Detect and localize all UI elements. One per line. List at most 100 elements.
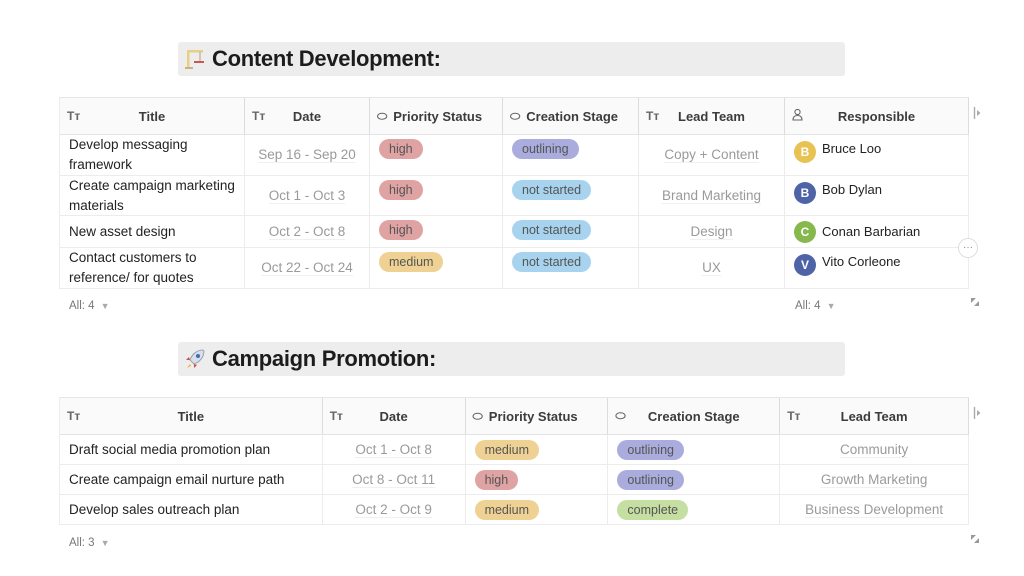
column-header-responsible[interactable]: Responsible bbox=[785, 98, 969, 134]
column-header-lead-team[interactable]: Tт Lead Team bbox=[780, 398, 969, 434]
section-title: Campaign Promotion: bbox=[212, 346, 437, 371]
cell-creation-stage[interactable]: not started bbox=[503, 248, 639, 288]
priority-pill[interactable]: high bbox=[474, 469, 519, 490]
expand-columns-icon[interactable] bbox=[973, 406, 982, 423]
cell-priority-status[interactable]: high bbox=[466, 465, 609, 494]
person-icon bbox=[792, 108, 803, 124]
cell-priority-status[interactable]: medium bbox=[370, 248, 503, 288]
resize-handle-icon[interactable] bbox=[970, 294, 980, 306]
cell-lead-team[interactable]: Design bbox=[639, 216, 785, 247]
more-options-button[interactable]: ··· bbox=[958, 238, 978, 258]
cell-title[interactable]: Develop messaging framework bbox=[60, 135, 245, 175]
column-header-priority-status[interactable]: ⬭ Priority Status bbox=[370, 98, 503, 134]
section-title: Content Development: bbox=[212, 46, 441, 71]
priority-pill[interactable]: high bbox=[379, 139, 423, 159]
cell-title[interactable]: Develop sales outreach plan bbox=[60, 495, 323, 524]
table-row[interactable]: Create campaign marketing materials Oct … bbox=[60, 176, 969, 216]
rocket-icon bbox=[182, 346, 208, 372]
cell-title[interactable]: Contact customers to reference/ for quot… bbox=[60, 248, 245, 288]
priority-pill[interactable]: medium bbox=[474, 439, 540, 460]
column-header-title[interactable]: Tт Title bbox=[60, 98, 245, 134]
resize-handle-icon[interactable] bbox=[970, 531, 980, 543]
cell-date[interactable]: Oct 2 - Oct 9 bbox=[323, 495, 466, 524]
table-row[interactable]: Contact customers to reference/ for quot… bbox=[60, 248, 969, 289]
cell-date[interactable]: Sep 16 - Sep 20 bbox=[245, 135, 370, 175]
row-count-dropdown[interactable]: All: 4 ▼ bbox=[69, 300, 110, 312]
stage-pill[interactable]: outlining bbox=[617, 439, 684, 460]
row-count-dropdown[interactable]: All: 3 ▼ bbox=[69, 537, 110, 549]
priority-pill[interactable]: medium bbox=[474, 499, 540, 520]
column-header-creation-stage[interactable]: ⬭ Creation Stage bbox=[608, 398, 781, 434]
cell-creation-stage[interactable]: complete bbox=[608, 495, 781, 524]
stage-pill[interactable]: not started bbox=[512, 180, 592, 200]
cell-priority-status[interactable]: medium bbox=[466, 495, 609, 524]
table-row[interactable]: Develop sales outreach plan Oct 2 - Oct … bbox=[60, 495, 969, 525]
table-row[interactable]: Develop messaging framework Sep 16 - Sep… bbox=[60, 135, 969, 176]
table-header-row: Tт Title Tт Date ⬭ Priority Status ⬭ Cre… bbox=[60, 398, 969, 435]
cell-date[interactable]: Oct 1 - Oct 3 bbox=[245, 176, 370, 215]
column-header-date[interactable]: Tт Date bbox=[323, 398, 466, 434]
column-header-lead-team[interactable]: Tт Lead Team bbox=[639, 98, 785, 134]
text-type-icon: Tт bbox=[67, 409, 81, 423]
cell-lead-team[interactable]: Copy + Content bbox=[639, 135, 785, 175]
cell-responsible[interactable]: B Bruce Loo bbox=[785, 135, 969, 175]
cell-priority-status[interactable]: medium bbox=[466, 435, 609, 464]
cell-lead-team[interactable]: UX bbox=[639, 248, 785, 288]
cell-priority-status[interactable]: high bbox=[370, 135, 503, 175]
cell-lead-team[interactable]: Brand Marketing bbox=[639, 176, 785, 215]
table-row[interactable]: New asset design Oct 2 - Oct 8 high not … bbox=[60, 216, 969, 248]
cell-priority-status[interactable]: high bbox=[370, 216, 503, 247]
cell-date[interactable]: Oct 22 - Oct 24 bbox=[245, 248, 370, 288]
cell-date[interactable]: Oct 2 - Oct 8 bbox=[245, 216, 370, 247]
stage-pill[interactable]: not started bbox=[512, 252, 592, 272]
avatar: B bbox=[794, 141, 816, 163]
cell-creation-stage[interactable]: outlining bbox=[608, 435, 781, 464]
table-row[interactable]: Draft social media promotion plan Oct 1 … bbox=[60, 435, 969, 465]
cell-responsible[interactable]: B Bob Dylan bbox=[785, 176, 969, 215]
cell-date[interactable]: Oct 1 - Oct 8 bbox=[323, 435, 466, 464]
cell-title[interactable]: Create campaign email nurture path bbox=[60, 465, 323, 494]
avatar: B bbox=[794, 182, 816, 204]
cell-date[interactable]: Oct 8 - Oct 11 bbox=[323, 465, 466, 494]
stage-pill[interactable]: complete bbox=[617, 499, 689, 520]
priority-pill[interactable]: high bbox=[379, 180, 423, 200]
cell-creation-stage[interactable]: outlining bbox=[608, 465, 781, 494]
cell-priority-status[interactable]: high bbox=[370, 176, 503, 215]
cell-title[interactable]: New asset design bbox=[60, 216, 245, 247]
stage-pill[interactable]: not started bbox=[512, 220, 592, 240]
priority-pill[interactable]: medium bbox=[379, 252, 444, 272]
content-development-table: Tт Title Tт Date ⬭ Priority Status ⬭ Cre… bbox=[59, 97, 969, 289]
avatar: C bbox=[794, 220, 816, 243]
table-row[interactable]: Create campaign email nurture path Oct 8… bbox=[60, 465, 969, 495]
text-type-icon: Tт bbox=[787, 409, 801, 423]
caret-down-icon: ▼ bbox=[826, 301, 836, 311]
cell-creation-stage[interactable]: not started bbox=[503, 216, 639, 247]
stage-pill[interactable]: outlining bbox=[512, 139, 579, 159]
expand-columns-icon[interactable] bbox=[973, 106, 982, 123]
column-header-date[interactable]: Tт Date bbox=[245, 98, 370, 134]
priority-pill[interactable]: high bbox=[379, 220, 423, 240]
cell-lead-team[interactable]: Community bbox=[780, 435, 969, 464]
cell-responsible[interactable]: V Vito Corleone bbox=[785, 248, 969, 288]
text-type-icon: Tт bbox=[646, 109, 660, 123]
column-header-title[interactable]: Tт Title bbox=[60, 398, 323, 434]
caret-down-icon: ▼ bbox=[100, 301, 110, 311]
cell-responsible[interactable]: C Conan Barbarian bbox=[785, 216, 969, 247]
cell-creation-stage[interactable]: outlining bbox=[503, 135, 639, 175]
campaign-promotion-table: Tт Title Tт Date ⬭ Priority Status ⬭ Cre… bbox=[59, 397, 969, 525]
cell-title[interactable]: Draft social media promotion plan bbox=[60, 435, 323, 464]
responsible-count-dropdown[interactable]: All: 4 ▼ bbox=[795, 300, 836, 312]
table-header-row: Tт Title Tт Date ⬭ Priority Status ⬭ Cre… bbox=[60, 98, 969, 135]
section-header-content-development: Content Development: bbox=[178, 42, 845, 76]
cell-creation-stage[interactable]: not started bbox=[503, 176, 639, 215]
cell-title[interactable]: Create campaign marketing materials bbox=[60, 176, 245, 215]
column-header-creation-stage[interactable]: ⬭ Creation Stage bbox=[503, 98, 639, 134]
cell-lead-team[interactable]: Growth Marketing bbox=[780, 465, 969, 494]
text-type-icon: Tт bbox=[329, 409, 343, 423]
column-header-priority-status[interactable]: ⬭ Priority Status bbox=[466, 398, 609, 434]
section-header-campaign-promotion: Campaign Promotion: bbox=[178, 342, 845, 376]
stage-pill[interactable]: outlining bbox=[617, 469, 684, 490]
text-type-icon: Tт bbox=[67, 109, 81, 123]
select-icon: ⬭ bbox=[510, 108, 521, 123]
cell-lead-team[interactable]: Business Development bbox=[780, 495, 969, 524]
